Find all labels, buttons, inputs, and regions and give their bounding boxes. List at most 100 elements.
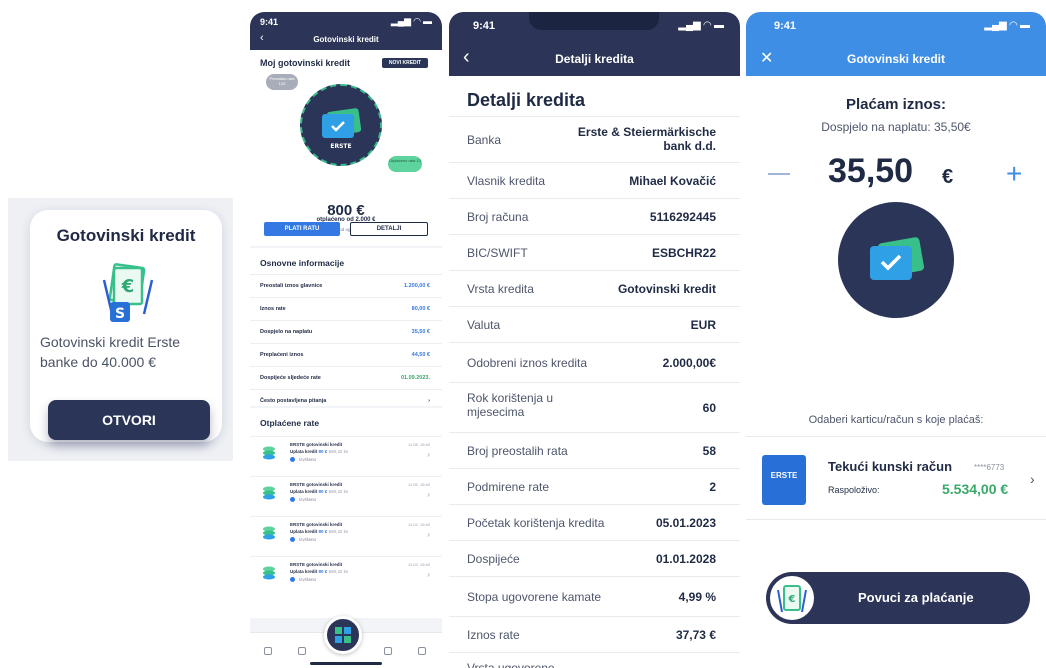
payment-hrk: 580,32 kn [328, 569, 349, 574]
money-icon: € [777, 585, 807, 613]
payment-detail: Uplata kredit 80 € 580,32 kn [290, 529, 348, 534]
page-title: Detalji kredita [467, 90, 586, 110]
paid-installments-section: Otplaćene rate ERSTE gotovinski kredit Up… [250, 408, 442, 618]
status-time: 9:41 [260, 17, 279, 27]
check-icon [290, 497, 295, 503]
payment-title: ERSTE gotovinski kredit [290, 522, 343, 527]
detail-value: ESBCHR22 [651, 246, 716, 260]
info-label: Iznos rate [260, 306, 286, 312]
detail-value: Gotovinski kredit [617, 282, 716, 296]
detail-value: Mihael Kovačić [629, 174, 716, 188]
status-time: 9:41 [774, 20, 797, 32]
status-text: Izvršeno [299, 497, 317, 502]
pay-amount-heading: Plaćam iznos: [845, 96, 947, 113]
svg-text:ERSTE: ERSTE [330, 143, 351, 150]
detail-row: Vlasnik kredita Mihael Kovačić [449, 162, 740, 198]
detail-value: 37,73 € [675, 628, 716, 642]
phone-credit-details-screen: 9:41 ▂▄▆ ◠ ▬ ‹ Detalji kredita Detalji k… [449, 12, 740, 668]
status-text: Izvršeno [299, 577, 317, 582]
status-time: 9:41 [473, 20, 496, 32]
increase-amount-button[interactable]: + [1006, 158, 1022, 190]
chevron-right-icon: › [427, 570, 430, 579]
chevron-right-icon: › [427, 530, 430, 539]
section-heading: Otplaćene rate [260, 418, 320, 428]
list-item[interactable]: ERSTE gotovinski kredit Uplata kredit 80 … [250, 556, 442, 592]
detail-row: Valuta EUR [449, 306, 740, 342]
info-row: Iznos rate 80,00 € [250, 297, 442, 320]
detail-row: Dospijeće 01.01.2028 [449, 540, 740, 576]
chevron-right-icon: › [427, 490, 430, 499]
credit-card-widget-container: Gotovinski kredit € S Gotovinski kredit … [8, 198, 233, 461]
new-credit-button[interactable]: NOVI KREDIT [382, 58, 428, 68]
document-icon[interactable] [298, 647, 306, 655]
header-title: Gotovinski kredit [313, 35, 379, 44]
card-description: Gotovinski kredit Erste banke do 40.000 … [40, 334, 181, 370]
header-bar: 9:41 ▂▄▆ ◠ ▬ ‹ Detalji kredita [449, 12, 740, 76]
account-number: ****6773 [974, 463, 1005, 472]
detail-label: Podmirene rate [467, 480, 550, 494]
check-icon [290, 537, 295, 543]
decrease-amount-button[interactable] [768, 173, 790, 175]
detail-label: Broj preostalih rata [467, 444, 568, 458]
phone-payment-screen: 9:41 ▂▄▆ ◠ ▬ ✕ Gotovinski kredit Plaćam … [746, 12, 1046, 668]
info-label: Dospjelo na naplatu [260, 329, 313, 335]
info-row: Dospjelo na naplatu 35,50 € [250, 320, 442, 343]
payment-label: Uplata kredit [290, 569, 318, 574]
pay-installment-button[interactable]: PLATI RATU [264, 222, 340, 236]
list-item[interactable]: ERSTE gotovinski kredit Uplata kredit 80 … [250, 436, 442, 472]
payment-amount: 80 € [318, 529, 328, 534]
chevron-right-icon: › [1030, 471, 1035, 487]
details-button[interactable]: DETALJI [350, 222, 428, 236]
detail-label: Vrsta ugovorene kamatne stope [467, 661, 555, 668]
george-home-button[interactable] [324, 616, 362, 654]
payment-title: ERSTE gotovinski kredit [290, 562, 343, 567]
account-balance: 5.534,00 € [942, 481, 1009, 497]
status-icons: ▂▄▆ ◠ ▬ [390, 16, 432, 26]
cash-credit-icon: € S [102, 263, 154, 322]
paid-installments-badge: Otplaćeno rata 13 [388, 156, 422, 172]
slide-to-pay-control[interactable]: € Povuci za plaćanje [766, 572, 1030, 624]
payment-amount[interactable]: 35,50 [828, 152, 913, 191]
payment-hrk: 580,32 kn [328, 489, 349, 494]
money-icon: ERSTE [322, 108, 362, 150]
payment-hrk: 580,32 kn [328, 529, 349, 534]
stats-icon[interactable] [384, 647, 392, 655]
chat-icon[interactable] [264, 647, 272, 655]
status-icons: ▂▄▆ ◠ ▬ [678, 20, 724, 31]
due-amount-text: Dospjelo na naplatu: 35,50€ [821, 120, 971, 134]
detail-label: Odobreni iznos kredita [467, 356, 588, 370]
detail-label: Početak korištenja kredita [467, 516, 605, 530]
detail-row: Rok korištenja u mjesecima 60 [449, 382, 740, 432]
remaining-installments-badge: Preostalo rata 120 [266, 74, 298, 90]
detail-row: Podmirene rate 2 [449, 468, 740, 504]
choose-account-label: Odaberi karticu/račun s koje plaćaš: [808, 414, 984, 426]
detail-label: Iznos rate [467, 628, 520, 642]
detail-label: Dospijeće [467, 552, 520, 566]
list-item[interactable]: ERSTE gotovinski kredit Uplata kredit 80 … [250, 516, 442, 552]
money-illustration [838, 202, 954, 318]
detail-value: 2.000,00€ [662, 356, 716, 370]
slide-handle[interactable]: € [768, 574, 816, 622]
list-item[interactable]: ERSTE gotovinski kredit Uplata kredit 80 … [250, 476, 442, 512]
account-selector[interactable]: ERSTE Tekući kunski račun ****6773 Raspo… [746, 436, 1046, 520]
info-row: Preplaćeni iznos 44,50 € [250, 343, 442, 366]
available-label: Raspoloživo: [828, 485, 880, 495]
open-button[interactable]: OTVORI [48, 400, 210, 440]
card-icon[interactable] [418, 647, 426, 655]
slide-to-pay-label: Povuci za plaćanje [858, 590, 974, 605]
info-label: Preplaćeni iznos [260, 352, 304, 358]
detail-value: Erste & Steiermärkische bank d.d. [577, 125, 716, 153]
phone-my-credit-screen: 9:41 ▂▄▆ ◠ ▬ ‹ Gotovinski kredit Moj got… [250, 12, 442, 668]
detail-value: 5116292445 [649, 210, 716, 224]
payment-amount: 80 € [318, 569, 328, 574]
payment-detail: Uplata kredit 80 € 580,32 kn [290, 489, 348, 494]
currency-symbol: € [942, 166, 954, 188]
coins-icon [263, 566, 275, 580]
payment-status: Izvršeno [290, 457, 316, 463]
detail-row: Početak korištenja kredita 05.01.2023 [449, 504, 740, 540]
detail-row: Odobreni iznos kredita 2.000,00€ [449, 342, 740, 382]
payment-date: 11.04. 15:40 [408, 522, 430, 527]
payment-date: 11.08. 15:40 [408, 442, 430, 447]
detail-value: EUR [690, 318, 716, 332]
credit-card-widget[interactable]: Gotovinski kredit € S Gotovinski kredit … [30, 210, 222, 442]
